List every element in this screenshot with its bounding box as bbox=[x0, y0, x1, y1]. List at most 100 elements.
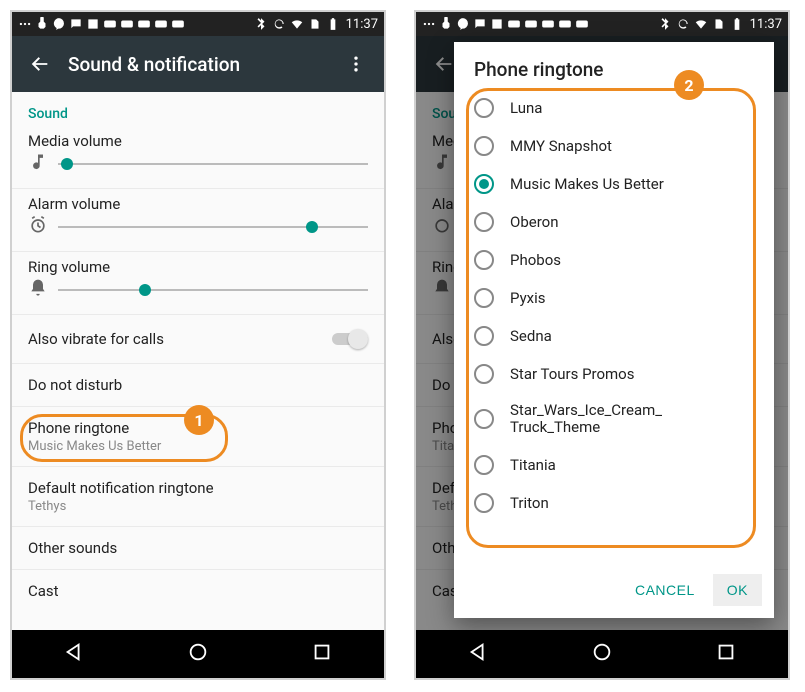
ringtone-option[interactable]: Star_Wars_Ice_Cream_ Truck_Theme bbox=[466, 393, 762, 446]
battery-icon bbox=[326, 17, 340, 31]
media-volume-label: Media volume bbox=[28, 132, 368, 150]
radio-icon[interactable] bbox=[474, 174, 494, 194]
settings-content: Sound Media volume Alarm volume bbox=[12, 92, 384, 630]
radio-icon[interactable] bbox=[474, 212, 494, 232]
bluetooth-icon bbox=[254, 17, 268, 31]
phone-ringtone-value: Music Makes Us Better bbox=[28, 439, 368, 454]
alarm-volume-slider[interactable] bbox=[58, 215, 368, 239]
ringtone-option[interactable]: MMY Snapshot bbox=[466, 127, 762, 165]
section-header-sound: Sound bbox=[12, 92, 384, 126]
ringtone-option[interactable]: Oberon bbox=[466, 203, 762, 241]
status-youtube-icon bbox=[154, 17, 168, 31]
no-sim-icon bbox=[712, 17, 726, 31]
radio-icon[interactable] bbox=[474, 288, 494, 308]
annotation-badge-2: 2 bbox=[674, 70, 704, 100]
wifi-icon bbox=[694, 17, 708, 31]
nav-back-button[interactable] bbox=[467, 641, 489, 667]
page-title: Sound & notification bbox=[68, 53, 240, 76]
vibrate-calls-switch[interactable] bbox=[332, 329, 368, 349]
ringtone-option[interactable]: Luna bbox=[466, 89, 762, 127]
status-bar: 11:37 bbox=[416, 12, 788, 36]
status-youtube-icon bbox=[137, 17, 151, 31]
ringtone-option-label: Triton bbox=[510, 494, 549, 512]
nav-home-button[interactable] bbox=[591, 641, 613, 667]
status-hangouts-icon bbox=[52, 17, 66, 31]
ringtone-option[interactable]: Music Makes Us Better bbox=[466, 165, 762, 203]
ring-volume-row[interactable]: Ring volume bbox=[12, 252, 384, 315]
status-youtube-icon bbox=[575, 17, 589, 31]
status-youtube-icon bbox=[507, 17, 521, 31]
no-sim-icon bbox=[308, 17, 322, 31]
radio-icon[interactable] bbox=[474, 409, 494, 429]
ringtone-option[interactable]: Titania bbox=[466, 446, 762, 484]
bluetooth-icon bbox=[658, 17, 672, 31]
status-youtube-icon bbox=[541, 17, 555, 31]
dnd-row[interactable]: Do not disturb bbox=[12, 364, 384, 407]
status-touch-icon bbox=[439, 17, 453, 31]
ringtone-option-label: Sedna bbox=[510, 327, 552, 345]
radio-icon[interactable] bbox=[474, 250, 494, 270]
status-touch-icon bbox=[35, 17, 49, 31]
nav-back-button[interactable] bbox=[63, 641, 85, 667]
status-image-icon bbox=[86, 17, 100, 31]
battery-icon bbox=[730, 17, 744, 31]
ringtone-option[interactable]: Phobos bbox=[466, 241, 762, 279]
cast-row[interactable]: Cast bbox=[12, 570, 384, 612]
wifi-icon bbox=[290, 17, 304, 31]
ringtone-option-label: Phobos bbox=[510, 251, 561, 269]
ringtone-option-label: MMY Snapshot bbox=[510, 137, 612, 155]
other-sounds-label: Other sounds bbox=[28, 539, 368, 557]
default-notification-label: Default notification ringtone bbox=[28, 479, 368, 497]
ringtone-option-label: Pyxis bbox=[510, 289, 546, 307]
app-bar: Sound & notification bbox=[12, 36, 384, 92]
status-youtube-icon bbox=[103, 17, 117, 31]
nav-recent-button[interactable] bbox=[715, 641, 737, 667]
status-time: 11:37 bbox=[750, 17, 782, 32]
alarm-icon bbox=[28, 215, 48, 239]
nav-recent-button[interactable] bbox=[311, 641, 333, 667]
navigation-bar bbox=[416, 630, 788, 678]
status-youtube-icon bbox=[558, 17, 572, 31]
cast-label: Cast bbox=[28, 582, 368, 600]
cancel-button[interactable]: CANCEL bbox=[621, 574, 709, 606]
vibrate-calls-row[interactable]: Also vibrate for calls bbox=[12, 315, 384, 364]
nav-home-button[interactable] bbox=[187, 641, 209, 667]
ringtone-picker-dialog: Phone ringtone Luna MMY Snapshot Music Mak… bbox=[454, 42, 774, 618]
radio-icon[interactable] bbox=[474, 98, 494, 118]
ring-volume-slider[interactable] bbox=[58, 278, 368, 302]
radio-icon[interactable] bbox=[474, 364, 494, 384]
ringtone-option[interactable]: Sedna bbox=[466, 317, 762, 355]
status-youtube-icon bbox=[120, 17, 134, 31]
back-button[interactable] bbox=[20, 44, 60, 84]
ringtone-option-label: Music Makes Us Better bbox=[510, 175, 664, 193]
radio-icon[interactable] bbox=[474, 136, 494, 156]
overflow-menu-button[interactable] bbox=[336, 44, 376, 84]
status-youtube-icon bbox=[524, 17, 538, 31]
alarm-volume-row[interactable]: Alarm volume bbox=[12, 189, 384, 252]
ringtone-option-label: Star_Wars_Ice_Cream_ Truck_Theme bbox=[510, 402, 662, 437]
ringtone-option-label: Luna bbox=[510, 99, 542, 117]
ok-button[interactable]: OK bbox=[713, 574, 762, 606]
status-youtube-icon bbox=[171, 17, 185, 31]
vibrate-calls-label: Also vibrate for calls bbox=[28, 330, 164, 348]
media-volume-row[interactable]: Media volume bbox=[12, 126, 384, 189]
music-note-icon bbox=[28, 152, 48, 176]
ringtone-option[interactable]: Star Tours Promos bbox=[466, 355, 762, 393]
ring-volume-label: Ring volume bbox=[28, 258, 368, 276]
default-notification-value: Tethys bbox=[28, 499, 368, 514]
ringtone-option-label: Star Tours Promos bbox=[510, 365, 634, 383]
radio-icon[interactable] bbox=[474, 493, 494, 513]
radio-icon[interactable] bbox=[474, 455, 494, 475]
annotation-badge-1: 1 bbox=[184, 405, 214, 435]
radio-icon[interactable] bbox=[474, 326, 494, 346]
ringtone-option-label: Oberon bbox=[510, 213, 558, 231]
default-notification-row[interactable]: Default notification ringtone Tethys bbox=[12, 467, 384, 527]
alarm-volume-label: Alarm volume bbox=[28, 195, 368, 213]
other-sounds-row[interactable]: Other sounds bbox=[12, 527, 384, 570]
dialog-title: Phone ringtone bbox=[454, 42, 774, 89]
ringtone-option[interactable]: Pyxis bbox=[466, 279, 762, 317]
status-chat-icon bbox=[69, 17, 83, 31]
ringtone-list[interactable]: Luna MMY Snapshot Music Makes Us Better Obe… bbox=[454, 89, 774, 566]
ringtone-option[interactable]: Triton bbox=[466, 484, 762, 522]
media-volume-slider[interactable] bbox=[58, 152, 368, 176]
